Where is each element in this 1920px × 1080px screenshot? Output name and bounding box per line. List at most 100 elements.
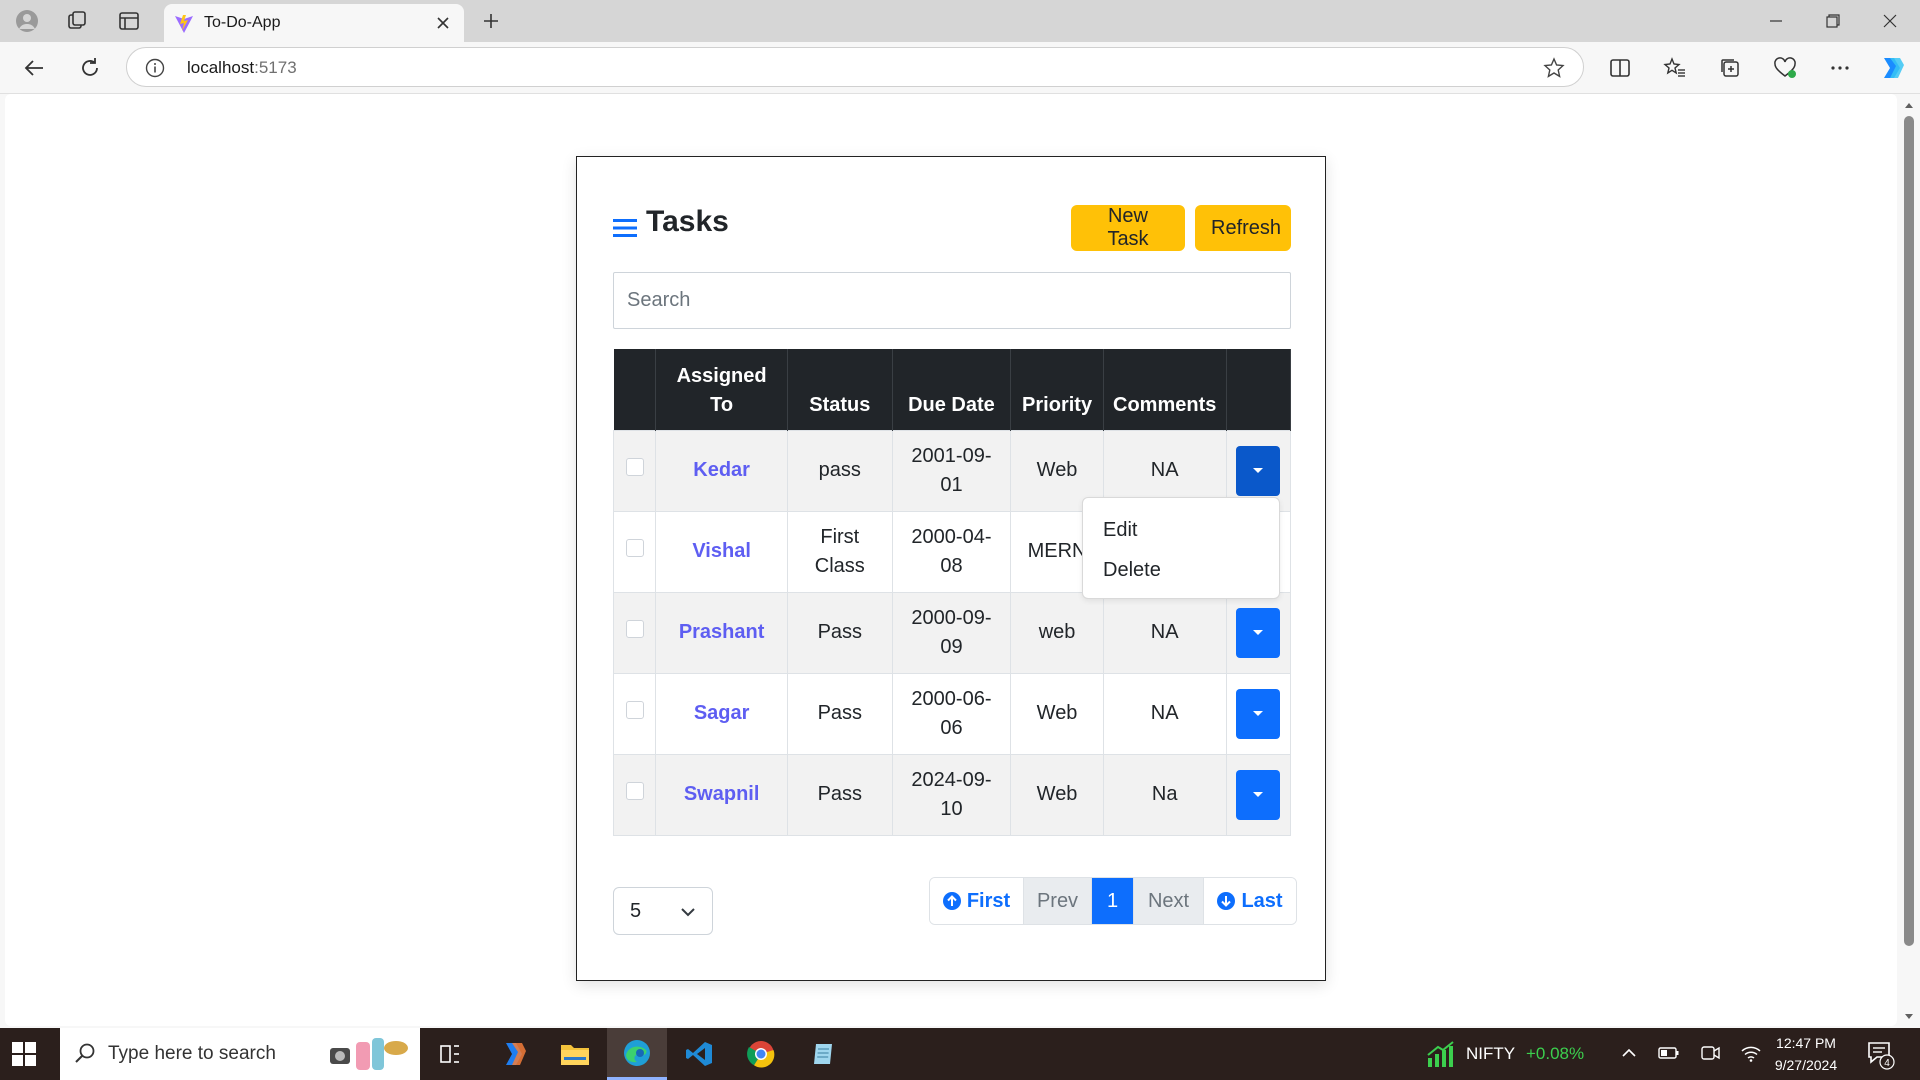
close-window-icon[interactable] <box>1872 6 1908 36</box>
restore-icon[interactable] <box>1815 6 1851 36</box>
assignee-link[interactable]: Swapnil <box>684 783 760 805</box>
copilot-icon[interactable] <box>1878 54 1906 82</box>
header-status[interactable]: Status <box>787 349 893 430</box>
caret-down-icon <box>1253 467 1264 473</box>
comments-cell: Na <box>1102 753 1227 836</box>
status-cell: Pass <box>787 591 893 674</box>
notification-count: 4 <box>1884 1058 1890 1069</box>
vscode-icon[interactable] <box>669 1028 729 1080</box>
address-bar[interactable]: localhost:5173 <box>126 47 1584 87</box>
due-date-cell: 2000-06- 06 <box>891 672 1012 755</box>
profile-icon[interactable] <box>14 8 40 34</box>
comments-cell: NA <box>1102 672 1227 755</box>
copilot-app-icon[interactable] <box>484 1028 544 1080</box>
page-title: Tasks <box>646 205 729 238</box>
row-actions-dropdown-button[interactable] <box>1236 445 1281 496</box>
assignee-link[interactable]: Vishal <box>692 540 751 562</box>
arrow-down-circle-icon <box>1217 892 1236 910</box>
page-number-button[interactable]: 1 <box>1092 878 1134 924</box>
file-explorer-icon[interactable] <box>545 1028 605 1080</box>
favorites-icon[interactable] <box>1661 54 1689 82</box>
priority-cell: Web <box>1010 672 1104 755</box>
favorite-star-icon[interactable] <box>1543 57 1565 84</box>
row-checkbox[interactable] <box>625 458 644 476</box>
assigned-to-cell: Kedar <box>655 429 788 512</box>
page-scrollbar[interactable] <box>1898 94 1920 1028</box>
refresh-button[interactable]: Refresh <box>1195 205 1291 251</box>
taskbar-clock[interactable]: 12:47 PM 9/27/2024 <box>1756 1032 1856 1076</box>
menu-item-edit[interactable]: Edit <box>1083 510 1279 550</box>
last-page-button[interactable]: Last <box>1204 878 1296 924</box>
reload-icon[interactable] <box>76 54 104 82</box>
header-comments[interactable]: Comments <box>1103 349 1227 430</box>
windows-start-icon[interactable] <box>12 1042 36 1071</box>
table-row: Prashant Pass 2000-09- 09 web NA <box>612 591 1292 674</box>
notepad-icon[interactable] <box>793 1028 853 1080</box>
chevron-down-icon <box>680 904 696 922</box>
scroll-down-icon[interactable] <box>1904 1012 1914 1022</box>
page-size-select[interactable]: 5 <box>613 887 713 935</box>
prev-page-button[interactable]: Prev <box>1024 878 1092 924</box>
menu-item-delete[interactable]: Delete <box>1083 550 1279 590</box>
row-checkbox-cell <box>612 753 657 836</box>
nifty-label: NIFTY <box>1466 1044 1516 1063</box>
priority-cell: Web <box>1010 753 1104 836</box>
browser-essentials-icon[interactable] <box>1771 54 1799 82</box>
url-text: localhost:5173 <box>187 58 297 77</box>
scroll-up-icon[interactable] <box>1904 100 1914 110</box>
row-actions-dropdown-button[interactable] <box>1236 769 1281 820</box>
windows-taskbar: Type here to search NIFTY +0.08% 12:47 P… <box>0 1028 1920 1080</box>
due-date-cell: 2000-04- 08 <box>891 510 1012 593</box>
row-checkbox-cell <box>612 429 657 512</box>
collections-icon[interactable] <box>1716 54 1744 82</box>
assigned-to-cell: Sagar <box>655 672 788 755</box>
row-checkbox[interactable] <box>625 539 644 557</box>
header-assigned-to[interactable]: Assigned To <box>655 349 788 430</box>
assignee-link[interactable]: Sagar <box>694 702 750 724</box>
back-icon[interactable] <box>20 54 48 82</box>
row-checkbox[interactable] <box>625 620 644 638</box>
workspaces-icon[interactable] <box>64 8 90 34</box>
split-screen-icon[interactable] <box>1606 54 1634 82</box>
notification-icon[interactable]: 4 <box>1866 1040 1896 1075</box>
row-actions-menu: Edit Delete <box>1082 497 1280 599</box>
table-row: Swapnil Pass 2024-09- 10 Web Na <box>612 753 1292 836</box>
task-view-icon[interactable] <box>420 1028 480 1080</box>
battery-icon[interactable] <box>1658 1044 1680 1067</box>
next-page-button[interactable]: Next <box>1134 878 1204 924</box>
new-task-button[interactable]: New Task <box>1071 205 1185 251</box>
new-tab-icon[interactable] <box>478 8 504 34</box>
minimize-icon[interactable] <box>1758 6 1794 36</box>
header-due-date[interactable]: Due Date <box>892 349 1012 430</box>
site-info-icon[interactable] <box>145 58 165 83</box>
more-options-icon[interactable] <box>1826 54 1854 82</box>
assignee-link[interactable]: Kedar <box>693 459 750 481</box>
browser-tab-active[interactable]: To-Do-App <box>164 4 464 42</box>
caret-down-icon <box>1253 710 1264 716</box>
due-date-cell: 2001-09- 01 <box>891 429 1012 512</box>
header-priority[interactable]: Priority <box>1010 349 1104 430</box>
search-input[interactable] <box>613 272 1291 329</box>
hamburger-menu-icon[interactable] <box>613 217 637 244</box>
assignee-link[interactable]: Prashant <box>679 621 765 643</box>
row-actions-dropdown-button[interactable] <box>1236 607 1281 658</box>
edge-browser-icon[interactable] <box>607 1028 667 1080</box>
row-actions-dropdown-button[interactable] <box>1236 688 1281 739</box>
first-page-button[interactable]: First <box>930 878 1024 924</box>
vertical-tabs-icon[interactable] <box>116 8 142 34</box>
comments-cell: NA <box>1102 591 1227 674</box>
scrollbar-thumb[interactable] <box>1904 116 1914 946</box>
caret-down-icon <box>1253 791 1264 797</box>
chevron-up-icon[interactable] <box>1620 1044 1638 1067</box>
close-tab-icon[interactable] <box>432 12 454 34</box>
meet-camera-icon[interactable] <box>1700 1044 1720 1067</box>
stock-trend-icon[interactable] <box>1426 1040 1456 1073</box>
clock-date: 9/27/2024 <box>1774 1057 1838 1073</box>
action-cell <box>1225 591 1292 674</box>
row-checkbox[interactable] <box>625 701 644 719</box>
taskbar-search-box[interactable]: Type here to search <box>60 1028 420 1080</box>
chrome-icon[interactable] <box>731 1028 791 1080</box>
row-checkbox[interactable] <box>625 782 644 800</box>
row-checkbox-cell <box>612 510 657 593</box>
status-cell: Pass <box>787 672 893 755</box>
